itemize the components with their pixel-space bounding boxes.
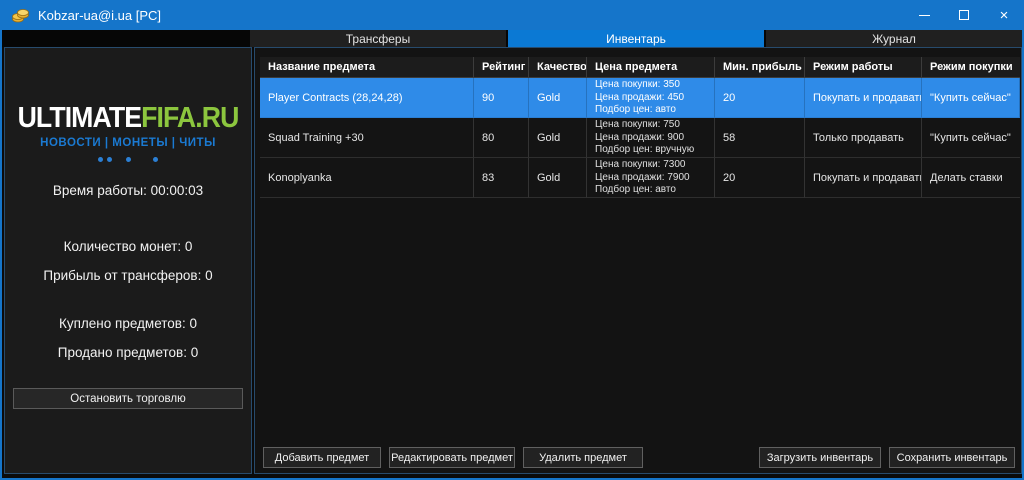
dot-icon [153,157,158,162]
table-row[interactable]: Konoplyanka 83 Gold Цена покупки: 7300 Ц… [260,158,1020,198]
col-header-name[interactable]: Название предмета [260,57,474,78]
cell-work-mode: Покупать и продавать [805,78,922,118]
cell-min-profit: 20 [715,158,805,198]
tab-journal[interactable]: Журнал [766,30,1022,47]
dot-icon [98,157,103,162]
cell-min-profit: 58 [715,118,805,158]
stat-transfer-profit: Прибыль от трансферов: 0 [5,268,251,283]
price-buy-line: Цена покупки: 350 [595,79,714,92]
dot-icon [126,157,131,162]
price-mode-line: Подбор цен: авто [595,184,714,197]
tab-transfers[interactable]: Трансферы [250,30,506,47]
col-header-rating[interactable]: Рейтинг [474,57,529,78]
app-window: Kobzar-ua@i.ua [PC] × Трансферы Инвентар… [0,0,1024,480]
logo-text-green: FIFA.RU [141,102,238,134]
edit-item-button[interactable]: Редактировать предмет [389,447,515,468]
logo: ULTIMATEFIFA.RU [15,104,241,133]
tabs: Трансферы Инвентарь Журнал [250,30,1022,47]
stat-coins: Количество монет: 0 [5,239,251,254]
cell-buy-mode: Делать ставки [922,158,1020,198]
coin-stack-icon [12,8,29,23]
save-inventory-button[interactable]: Сохранить инвентарь [889,447,1015,468]
col-header-buymode[interactable]: Режим покупки [922,57,1020,78]
carousel-dots [5,156,251,162]
stat-items-bought: Куплено предметов: 0 [5,316,251,331]
cell-work-mode: Покупать и продавать [805,158,922,198]
footer-toolbar: Добавить предмет Редактировать предмет У… [255,447,1021,468]
table-header-row: Название предмета Рейтинг Качество Цена … [260,57,1020,78]
cell-work-mode: Только продавать [805,118,922,158]
add-item-button[interactable]: Добавить предмет [263,447,381,468]
price-sell-line: Цена продажи: 7900 [595,172,714,185]
cell-name: Player Contracts (28,24,28) [260,78,474,118]
cell-quality: Gold [529,118,587,158]
logo-tagline: НОВОСТИ | МОНЕТЫ | ЧИТЫ [5,137,251,149]
col-header-quality[interactable]: Качество [529,57,587,78]
price-sell-line: Цена продажи: 900 [595,132,714,145]
cell-price: Цена покупки: 7300 Цена продажи: 7900 По… [587,158,715,198]
inventory-table: Название предмета Рейтинг Качество Цена … [260,57,1020,198]
price-buy-line: Цена покупки: 750 [595,119,714,132]
minimize-icon [919,15,930,16]
maximize-icon [959,10,969,20]
cell-name: Konoplyanka [260,158,474,198]
cell-price: Цена покупки: 350 Цена продажи: 450 Подб… [587,78,715,118]
window-controls: × [904,0,1024,30]
cell-min-profit: 20 [715,78,805,118]
cell-quality: Gold [529,78,587,118]
maximize-button[interactable] [944,0,984,30]
price-sell-line: Цена продажи: 450 [595,92,714,105]
minimize-button[interactable] [904,0,944,30]
tab-inventory[interactable]: Инвентарь [508,30,764,47]
table-row[interactable]: Player Contracts (28,24,28) 90 Gold Цена… [260,78,1020,118]
close-icon: × [1000,8,1009,23]
window-title: Kobzar-ua@i.ua [PC] [38,8,161,23]
cell-price: Цена покупки: 750 Цена продажи: 900 Подб… [587,118,715,158]
titlebar: Kobzar-ua@i.ua [PC] × [0,0,1024,30]
tab-strip: Трансферы Инвентарь Журнал [2,30,1022,47]
col-header-workmode[interactable]: Режим работы [805,57,922,78]
cell-rating: 83 [474,158,529,198]
load-inventory-button[interactable]: Загрузить инвентарь [759,447,881,468]
stop-trading-button[interactable]: Остановить торговлю [13,388,243,409]
cell-quality: Gold [529,158,587,198]
cell-rating: 80 [474,118,529,158]
delete-item-button[interactable]: Удалить предмет [523,447,643,468]
col-header-minprofit[interactable]: Мин. прибыль [715,57,805,78]
sidebar: ULTIMATEFIFA.RU НОВОСТИ | МОНЕТЫ | ЧИТЫ … [4,47,252,474]
stat-items-sold: Продано предметов: 0 [5,345,251,360]
price-mode-line: Подбор цен: авто [595,104,714,117]
cell-rating: 90 [474,78,529,118]
close-button[interactable]: × [984,0,1024,30]
inventory-panel: Название предмета Рейтинг Качество Цена … [254,47,1022,474]
stat-uptime: Время работы: 00:00:03 [5,183,251,198]
logo-text-white: ULTIMATE [18,102,142,134]
cell-buy-mode: "Купить сейчас" [922,118,1020,158]
col-header-price[interactable]: Цена предмета [587,57,715,78]
dot-icon [107,157,112,162]
price-mode-line: Подбор цен: вручную [595,144,714,157]
cell-name: Squad Training +30 [260,118,474,158]
price-buy-line: Цена покупки: 7300 [595,159,714,172]
cell-buy-mode: "Купить сейчас" [922,78,1020,118]
table-row[interactable]: Squad Training +30 80 Gold Цена покупки:… [260,118,1020,158]
